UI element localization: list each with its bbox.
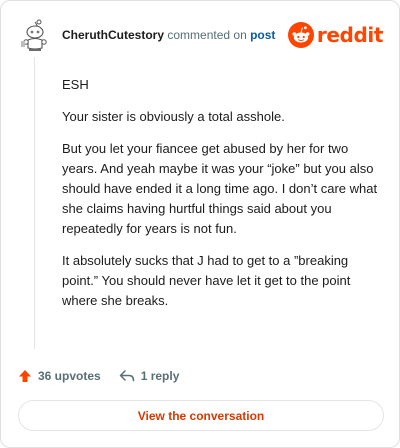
reddit-snoo-icon bbox=[287, 22, 314, 48]
upvote-button[interactable]: 36 upvotes bbox=[18, 369, 101, 383]
username[interactable]: CheruthCutestory bbox=[62, 28, 164, 42]
post-link[interactable]: post bbox=[250, 28, 275, 42]
upvote-arrow-icon bbox=[19, 370, 31, 382]
reply-count: 1 reply bbox=[140, 369, 180, 383]
reply-button[interactable]: 1 reply bbox=[119, 369, 180, 383]
reply-arrow-icon bbox=[119, 370, 134, 382]
view-conversation-button[interactable]: View the conversation bbox=[18, 400, 384, 431]
comment-actions: 36 upvotes 1 reply bbox=[18, 366, 179, 386]
comment-paragraph: Your sister is obviously a total asshole… bbox=[62, 109, 285, 124]
comment-paragraph: It absolutely sucks that J had to get to… bbox=[62, 253, 351, 308]
comment-body: ESH Your sister is obviously a total ass… bbox=[62, 75, 386, 323]
comment-header: CheruthCutestory commented on post reddi… bbox=[18, 18, 383, 52]
comment-paragraph: ESH bbox=[62, 77, 89, 92]
upvote-count: 36 upvotes bbox=[38, 369, 101, 383]
comment-card: CheruthCutestory commented on post reddi… bbox=[0, 0, 400, 448]
action-text: commented on bbox=[167, 28, 247, 42]
brand-wordmark: reddit bbox=[316, 23, 383, 47]
snoo-avatar-icon[interactable] bbox=[18, 18, 52, 52]
comment-meta: CheruthCutestory commented on post bbox=[62, 28, 275, 42]
thread-line bbox=[34, 57, 35, 349]
reddit-logo[interactable]: reddit bbox=[287, 22, 383, 48]
comment-paragraph: But you let your fiancee get abused by h… bbox=[62, 141, 378, 236]
